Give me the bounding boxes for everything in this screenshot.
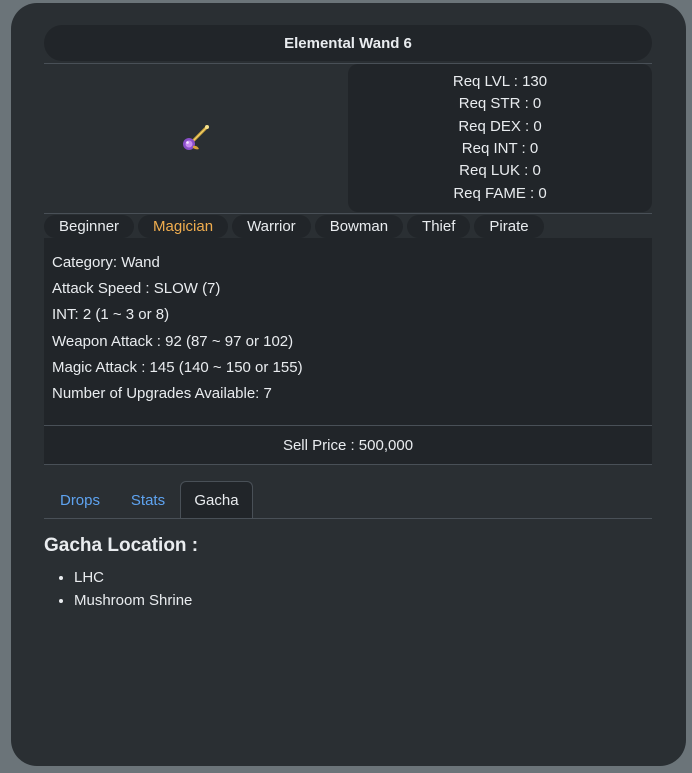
tab-stats[interactable]: Stats [116,481,180,519]
req-int: Req INT : 0 [461,140,539,157]
gacha-heading: Gacha Location : [44,535,199,556]
tab-divider [44,518,652,519]
stat-weapon-attack: Weapon Attack : 92 (87 ~ 97 or 102) [52,333,294,350]
gacha-location-list: LHC Mushroom Shrine [58,566,192,612]
req-luk: Req LUK : 0 [459,162,541,180]
item-image-area [44,63,347,213]
job-badge-bowman: Bowman [314,214,404,238]
divider [44,464,652,465]
job-badge-beginner: Beginner [44,214,135,238]
job-badge-magician: Magician [138,214,229,238]
job-badge-pirate: Pirate [474,214,544,238]
tab-drops[interactable]: Drops [44,481,116,519]
stat-category: Category: Wand [52,254,160,271]
sell-price: Sell Price : 500,000 [44,426,652,464]
item-title: Elemental Wand 6 [44,25,652,61]
list-item: Mushroom Shrine [74,589,192,612]
info-tabs: Drops Stats Gacha [44,481,652,519]
job-badge-warrior: Warrior [232,214,311,238]
req-fame: Req FAME : 0 [453,184,547,202]
stat-attack-speed: Attack Speed : SLOW (7) [52,280,221,297]
job-badge-thief: Thief [407,214,471,238]
elemental-wand-icon [182,125,209,150]
stat-upgrades: Number of Upgrades Available: 7 [52,385,272,402]
req-dex: Req DEX : 0 [458,117,542,135]
tab-gacha[interactable]: Gacha [180,481,253,519]
req-str: Req STR : 0 [458,95,542,113]
stat-int: INT: 2 (1 ~ 3 or 8) [52,306,170,323]
list-item: LHC [74,566,192,589]
item-card: Elemental Wand 6 Req LVL : 130 Req STR :… [11,3,686,766]
item-stats-panel: Category: Wand Attack Speed : SLOW (7) I… [44,238,652,425]
req-level: Req LVL : 130 [452,72,548,90]
stat-magic-attack: Magic Attack : 145 (140 ~ 150 or 155) [52,359,303,376]
requirements-panel: Req LVL : 130 Req STR : 0 Req DEX : 0 Re… [348,64,652,212]
job-badges: Beginner Magician Warrior Bowman Thief P… [44,214,652,238]
